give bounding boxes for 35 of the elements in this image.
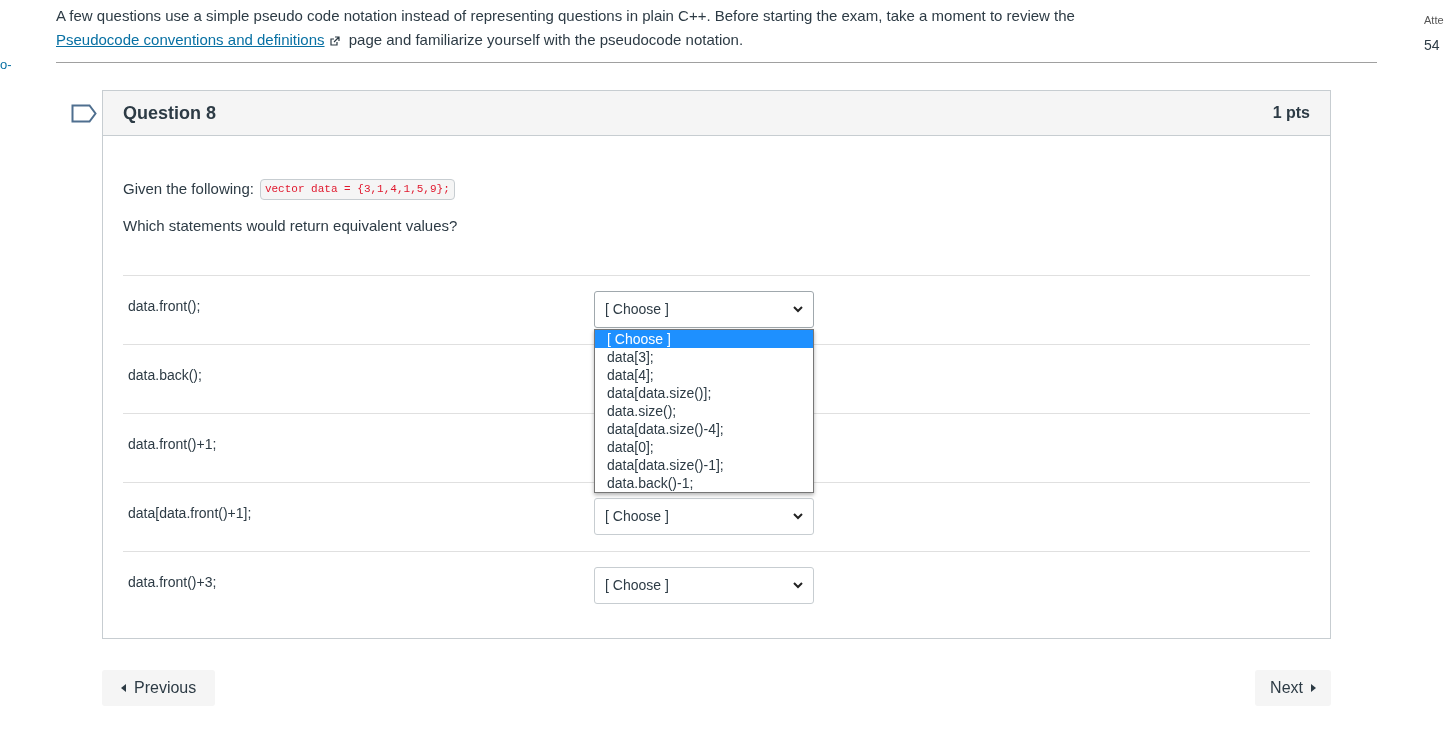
- instruction-text: Which statements would return equivalent values?: [123, 215, 459, 236]
- dropdown-option[interactable]: data[data.size()-1];: [595, 456, 813, 474]
- previous-button[interactable]: Previous: [102, 670, 216, 706]
- statement-text: data.front()+1;: [127, 435, 218, 454]
- sidebar-link[interactable]: o-: [0, 57, 12, 72]
- answer-dropdown[interactable]: [ Choose ]: [594, 498, 814, 535]
- sidebar-value: 54: [1424, 35, 1441, 55]
- dropdown-option[interactable]: data[0];: [595, 438, 813, 456]
- dropdown-option[interactable]: data[4];: [595, 366, 813, 384]
- chevron-down-icon: [793, 513, 803, 520]
- statement-text: data.back();: [127, 366, 203, 385]
- sidebar-label: Atte: [1424, 13, 1445, 28]
- points-text: 1 pts: [1272, 103, 1310, 123]
- dropdown-option[interactable]: data.size();: [595, 402, 813, 420]
- statement-text: data.front()+3;: [127, 573, 218, 592]
- flag-icon[interactable]: [71, 104, 97, 123]
- dropdown-option[interactable]: data[data.size()-4];: [595, 420, 813, 438]
- intro-paragraph: A few questions use a simple pseudo code notation instead of representing questions in plain C++. Before starting the exam, take a moment to review the Pseudocode conventions and definitions page and familiarize yourself with the pseudocode notation.: [56, 6, 1076, 50]
- chevron-down-icon: [793, 306, 803, 313]
- answer-dropdown[interactable]: [ Choose ]: [594, 291, 814, 328]
- caret-right-icon: [1311, 684, 1316, 692]
- dropdown-option[interactable]: data.back()-1;: [595, 474, 813, 492]
- next-button[interactable]: Next: [1255, 670, 1331, 706]
- statement-text: data[data.front()+1];: [127, 504, 253, 523]
- prompt-text: Given the following:: [123, 179, 254, 199]
- code-snippet: vector data = {3,1,4,1,5,9};: [259, 179, 455, 200]
- question-title: Question 8: [123, 101, 216, 125]
- dropdown-option[interactable]: data[data.size()];: [595, 384, 813, 402]
- dropdown-option[interactable]: data[3];: [595, 348, 813, 366]
- caret-left-icon: [121, 684, 126, 692]
- answer-dropdown[interactable]: [ Choose ]: [594, 567, 814, 604]
- statement-text: data.front();: [127, 297, 202, 316]
- external-link-icon: [329, 36, 340, 47]
- conventions-link[interactable]: Pseudocode conventions and definitions: [56, 31, 325, 48]
- chevron-down-icon: [793, 582, 803, 589]
